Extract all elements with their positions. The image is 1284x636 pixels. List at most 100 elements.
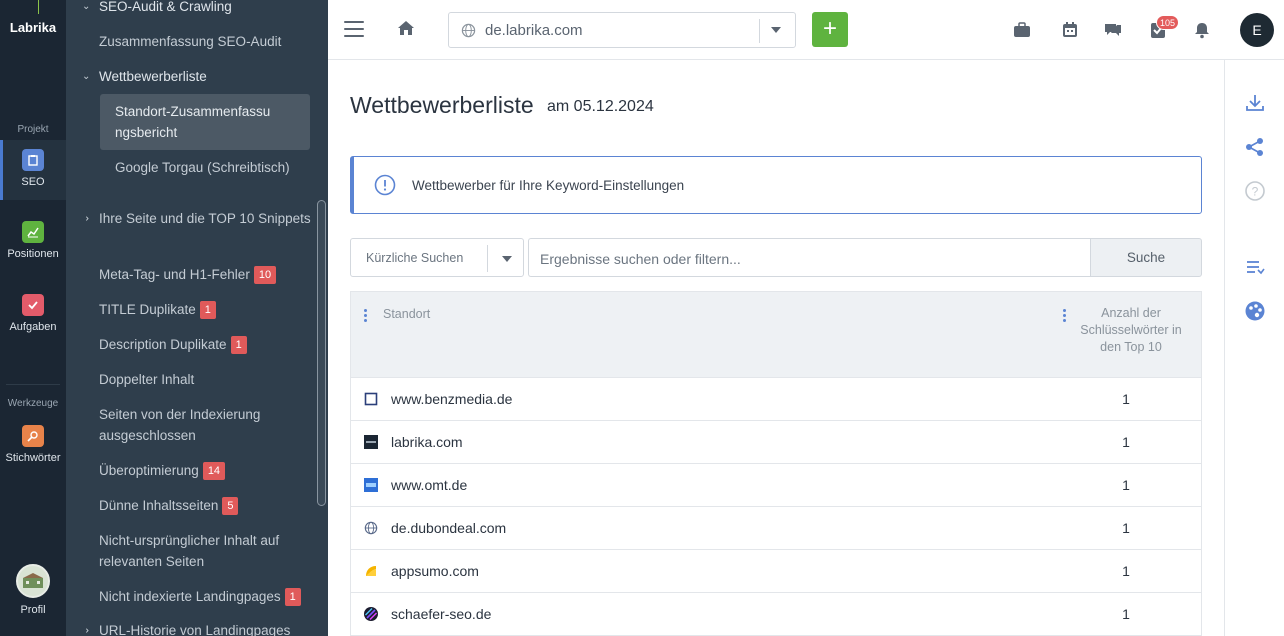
svg-text:?: ? (1252, 185, 1259, 199)
rail-item-tasks[interactable]: Aufgaben (0, 294, 66, 333)
sidebar-item-label: Seiten von der Indexierung ausgeschlosse… (99, 407, 261, 443)
sidebar-item-non-original-content[interactable]: Nicht-ursprünglicher Inhalt auf relevant… (99, 530, 311, 572)
sidebar-item-label: Meta-Tag- und H1-Fehler (99, 267, 250, 282)
recent-searches-label: Kürzliche Suchen (366, 251, 464, 265)
column-header-keyword-count[interactable]: Anzahl der Schlüsselwörter in den Top 10 (1079, 305, 1183, 356)
square-outline-icon (364, 392, 378, 406)
sidebar-item-label: SEO-Audit & Crawling (99, 0, 232, 14)
briefcase-icon[interactable] (1012, 20, 1032, 40)
sidebar-scrollbar[interactable] (317, 200, 326, 506)
keyword-count: 1 (1122, 434, 1130, 450)
table-header: Standort Anzahl der Schlüsselwörter in d… (350, 291, 1202, 378)
column-menu-icon[interactable] (364, 309, 368, 323)
menu-icon[interactable] (344, 21, 364, 37)
search-input[interactable]: Ergebnisse suchen oder filtern... (528, 238, 1091, 277)
globe-icon (461, 23, 476, 38)
sidebar-item-meta-h1[interactable]: Meta-Tag- und H1-Fehler 10 (99, 264, 311, 285)
home-icon[interactable] (396, 18, 416, 38)
chat-icon[interactable] (1103, 20, 1123, 40)
sidebar-item-label: Zusammenfassung SEO-Audit (99, 34, 282, 49)
bell-icon[interactable] (1192, 20, 1212, 40)
list-settings-icon[interactable] (1244, 256, 1266, 278)
count-badge: 1 (199, 301, 216, 319)
info-banner: Wettbewerber für Ihre Keyword-Einstellun… (350, 156, 1202, 214)
seo-sidebar: ⌄ SEO-Audit & Crawling Zusammenfassung S… (66, 0, 328, 636)
count-badge: 5 (222, 497, 239, 515)
rail-item-label: Positionen (7, 248, 59, 260)
positions-chart-icon (22, 221, 44, 243)
keyword-count: 1 (1122, 606, 1130, 622)
rail-item-positions[interactable]: Positionen (0, 221, 66, 260)
sidebar-item-overoptimization[interactable]: Überoptimierung 14 (99, 460, 311, 481)
sidebar-item-url-history[interactable]: ⌄ URL-Historie von Landingpages (81, 620, 311, 636)
palette-icon[interactable] (1244, 300, 1266, 322)
sidebar-item-description-duplicates[interactable]: Description Duplikate 1 (99, 334, 311, 355)
table-row: labrika.com 1 (350, 421, 1202, 464)
rail-item-label: SEO (21, 176, 45, 188)
chevron-down-icon: ⌄ (82, 1, 91, 12)
page-title: Wettbewerberliste (350, 92, 534, 118)
seo-icon (22, 149, 44, 171)
sidebar-item-label: Standort-Zusammenfassungsbericht (115, 104, 271, 140)
sidebar-item-label: Wettbewerberliste (99, 69, 207, 84)
share-icon[interactable] (1244, 136, 1266, 158)
download-icon[interactable] (1244, 92, 1266, 114)
sidebar-item-top10-snippets[interactable]: ⌄ Ihre Seite und die TOP 10 Snippets (81, 208, 311, 229)
sidebar-item-location-summary[interactable]: Standort-Zusammenfassungsbericht (100, 94, 310, 150)
rail-item-seo[interactable]: SEO (0, 140, 66, 200)
sidebar-item-duplicate-content[interactable]: Doppelter Inhalt (99, 369, 311, 390)
sidebar-item-label: URL-Historie von Landingpages (99, 623, 291, 636)
chevron-right-icon: ⌄ (80, 214, 92, 223)
domain-select[interactable]: de.labrika.com (448, 12, 796, 48)
sidebar-item-google-torgau[interactable]: Google Torgau (Schreibtisch) (115, 157, 327, 178)
sidebar-item-label: Überoptimierung (99, 463, 199, 478)
user-avatar[interactable]: E (1240, 13, 1274, 47)
competitor-domain[interactable]: appsumo.com (391, 563, 479, 579)
sidebar-item-label: TITLE Duplikate (99, 302, 196, 317)
rail-divider (6, 384, 60, 385)
sidebar-item-competitors[interactable]: ⌄ Wettbewerberliste (82, 66, 311, 87)
competitor-domain[interactable]: www.omt.de (391, 477, 467, 493)
keywords-icon (22, 425, 44, 447)
sidebar-item-label: Ihre Seite und die TOP 10 Snippets (99, 211, 311, 226)
app-logo[interactable]: Labrika (0, 20, 66, 35)
top-bar: de.labrika.com + 105 E (328, 0, 1284, 60)
app-rail: Labrika Projekt SEO Positionen Aufgaben … (0, 0, 66, 636)
rail-item-keywords[interactable]: Stichwörter (0, 425, 66, 464)
recent-searches-select[interactable]: Kürzliche Suchen (350, 238, 524, 277)
rail-item-profile[interactable]: Profil (0, 564, 66, 616)
sidebar-item-title-duplicates[interactable]: TITLE Duplikate 1 (99, 299, 311, 320)
sidebar-item-label: Doppelter Inhalt (99, 372, 195, 387)
add-button[interactable]: + (812, 12, 848, 47)
caret-down-icon[interactable] (502, 256, 512, 262)
competitors-table: Standort Anzahl der Schlüsselwörter in d… (350, 291, 1202, 636)
rail-item-label: Profil (20, 604, 46, 616)
competitor-domain[interactable]: labrika.com (391, 434, 463, 450)
globe-favicon-icon (364, 521, 378, 535)
competitor-domain[interactable]: www.benzmedia.de (391, 391, 512, 407)
rail-item-label: Stichwörter (5, 452, 61, 464)
sidebar-item-non-indexed-landing[interactable]: Nicht indexierte Landingpages 1 (99, 586, 311, 607)
notifications-count-badge: 105 (1156, 15, 1180, 30)
sidebar-item-label: Google Torgau (Schreibtisch) (115, 160, 290, 175)
sidebar-item-noindex-pages[interactable]: Seiten von der Indexierung ausgeschlosse… (99, 404, 311, 446)
table-row: www.benzmedia.de 1 (350, 378, 1202, 421)
count-badge: 10 (253, 266, 277, 284)
sidebar-item-seo-audit[interactable]: ⌄ SEO-Audit & Crawling (82, 0, 311, 17)
search-button[interactable]: Suche (1090, 238, 1202, 277)
competitor-domain[interactable]: schaefer-seo.de (391, 606, 491, 622)
column-header-location[interactable]: Standort (383, 307, 430, 321)
sidebar-item-thin-content[interactable]: Dünne Inhaltsseiten 5 (99, 495, 311, 516)
right-tools: ? (1224, 60, 1284, 636)
chevron-down-icon: ⌄ (82, 71, 91, 82)
column-menu-icon[interactable] (1063, 309, 1067, 323)
domain-value: de.labrika.com (485, 22, 583, 39)
help-icon[interactable]: ? (1244, 180, 1266, 202)
competitor-domain[interactable]: de.dubondeal.com (391, 520, 506, 536)
calendar-icon[interactable] (1060, 20, 1080, 40)
profile-avatar (16, 564, 50, 598)
info-icon (374, 174, 396, 196)
caret-down-icon[interactable] (771, 27, 781, 33)
sidebar-item-label: Nicht-ursprünglicher Inhalt auf relevant… (99, 533, 280, 569)
sidebar-item-audit-summary[interactable]: Zusammenfassung SEO-Audit (99, 31, 311, 52)
